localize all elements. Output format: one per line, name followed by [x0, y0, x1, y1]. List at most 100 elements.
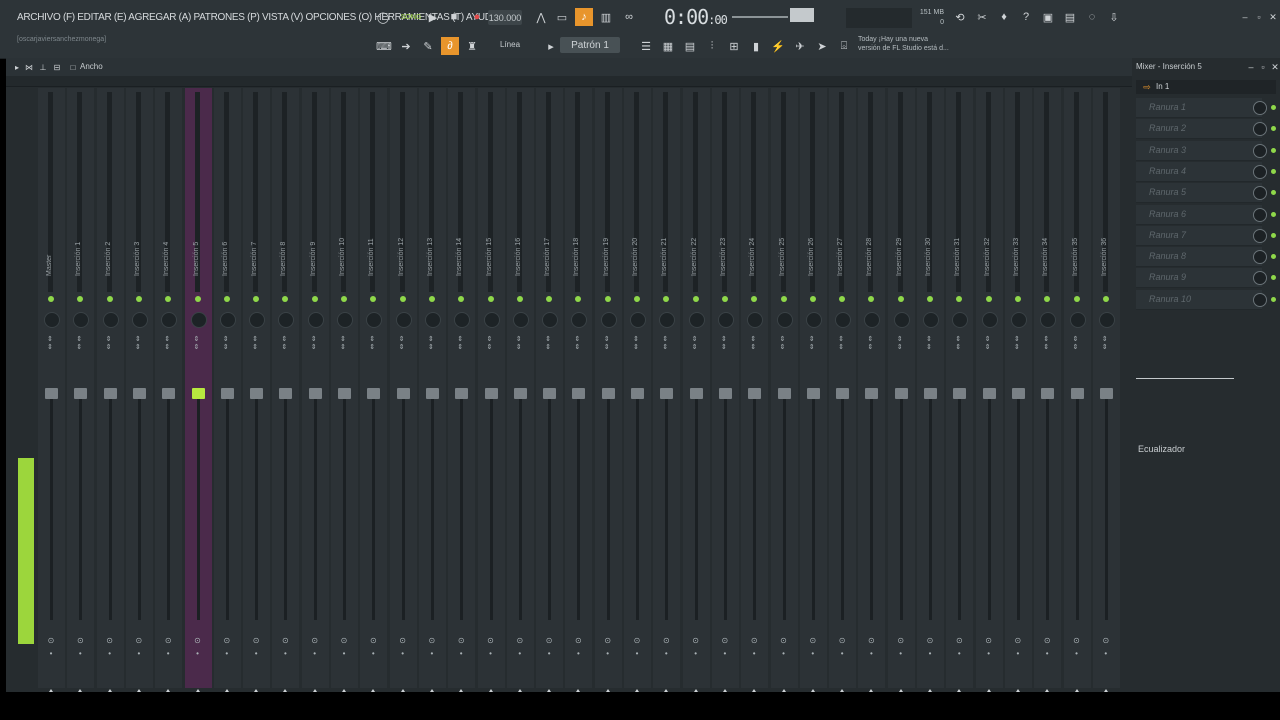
mixer-strip[interactable]: Inserción 21 ⇕ ⇕ ⊙ •: [653, 88, 681, 695]
strip-routing[interactable]: ⊙ •: [1042, 634, 1052, 660]
pan-knob[interactable]: [835, 312, 852, 328]
enable-led[interactable]: [1271, 296, 1276, 302]
cart-icon[interactable]: ⌺: [835, 37, 853, 55]
strip-routing[interactable]: ⊙ •: [866, 634, 876, 660]
pan-knob[interactable]: [249, 312, 266, 328]
effect-slot[interactable]: Ranura 4: [1136, 161, 1276, 182]
effect-slot[interactable]: Ranura 7: [1136, 225, 1276, 246]
stereo-arrows[interactable]: ⇕ ⇕: [545, 336, 551, 352]
pan-knob[interactable]: [512, 312, 529, 328]
volume-fader[interactable]: [1011, 388, 1025, 399]
mixer-strip-master[interactable]: Master ⇕ ⇕ ⊙ •: [38, 88, 65, 695]
pan-knob[interactable]: [600, 312, 617, 328]
mute-led[interactable]: [1102, 296, 1109, 302]
stereo-arrows[interactable]: ⇕ ⇕: [604, 336, 610, 352]
volume-fader[interactable]: [718, 388, 732, 399]
volume-fader[interactable]: [865, 388, 879, 399]
volume-fader[interactable]: [45, 388, 58, 399]
enable-led[interactable]: [1271, 168, 1276, 174]
cut-icon[interactable]: ✂: [973, 8, 991, 26]
mixer-strip[interactable]: Inserción 16 ⇕ ⇕ ⊙ •: [506, 88, 534, 695]
play-icon[interactable]: ▶: [424, 8, 442, 26]
mute-led[interactable]: [194, 296, 201, 302]
mute-led[interactable]: [135, 296, 142, 302]
mixer-strip[interactable]: Inserción 36 ⇕ ⇕ ⊙ •: [1092, 88, 1120, 695]
pan-knob[interactable]: [483, 312, 500, 328]
snap-selector[interactable]: Línea: [500, 40, 520, 49]
stereo-arrows[interactable]: ⇕ ⇕: [428, 336, 434, 352]
strip-routing[interactable]: ⊙ •: [105, 634, 115, 660]
volume-fader[interactable]: [103, 388, 117, 399]
wait-icon[interactable]: ▭: [553, 8, 571, 26]
mixer-strip[interactable]: Inserción 17 ⇕ ⇕ ⊙ •: [536, 88, 564, 695]
mute-led[interactable]: [1014, 296, 1021, 302]
strip-routing[interactable]: ⊙ •: [720, 634, 730, 660]
stereo-arrows[interactable]: ⇕ ⇕: [574, 336, 580, 352]
mute-led[interactable]: [399, 296, 406, 302]
stereo-arrows[interactable]: ⇕ ⇕: [516, 336, 522, 352]
stereo-arrows[interactable]: ⇕ ⇕: [1014, 336, 1020, 352]
mixer-strip[interactable]: Inserción 10 ⇕ ⇕ ⊙ •: [331, 88, 358, 695]
download-icon[interactable]: ⇩: [1105, 8, 1123, 26]
mixer-strip[interactable]: Inserción 20 ⇕ ⇕ ⊙ •: [624, 88, 651, 695]
stereo-arrows[interactable]: ⇕ ⇕: [985, 336, 991, 352]
mute-led[interactable]: [604, 296, 611, 302]
input-selector[interactable]: ⇨ In 1: [1136, 80, 1276, 94]
master-volume-slider[interactable]: [732, 16, 788, 18]
volume-fader[interactable]: [1099, 388, 1113, 399]
pan-knob[interactable]: [1069, 312, 1086, 328]
stereo-arrows[interactable]: ⇕ ⇕: [252, 336, 258, 352]
strip-routing[interactable]: ⊙ •: [398, 634, 408, 660]
volume-fader[interactable]: [484, 388, 498, 399]
mixer-strip[interactable]: Inserción 4 ⇕ ⇕ ⊙ •: [155, 88, 183, 695]
volume-fader[interactable]: [220, 388, 234, 399]
mixer-strip[interactable]: Inserción 14 ⇕ ⇕ ⊙ •: [448, 88, 476, 695]
mute-led[interactable]: [282, 296, 289, 302]
strip-routing[interactable]: ⊙ •: [1101, 634, 1111, 660]
volume-fader[interactable]: [543, 388, 557, 399]
volume-fader[interactable]: [1070, 388, 1084, 399]
stereo-arrows[interactable]: ⇕ ⇕: [281, 336, 287, 352]
mute-led[interactable]: [106, 296, 113, 302]
mixer-strip[interactable]: Inserción 23 ⇕ ⇕ ⊙ •: [711, 88, 739, 695]
stereo-arrows[interactable]: ⇕ ⇕: [780, 336, 786, 352]
effect-slot[interactable]: Ranura 8: [1136, 247, 1276, 268]
volume-fader[interactable]: [953, 388, 967, 399]
mixer-strip[interactable]: Inserción 1 ⇕ ⇕ ⊙ •: [67, 88, 95, 695]
effect-slot[interactable]: Ranura 5: [1136, 183, 1276, 204]
volume-fader[interactable]: [601, 388, 615, 399]
stereo-arrows[interactable]: ⇕ ⇕: [633, 336, 639, 352]
strip-routing[interactable]: ⊙ •: [368, 634, 378, 660]
strip-routing[interactable]: ⊙ •: [691, 634, 701, 660]
mute-led[interactable]: [809, 296, 816, 302]
mute-led[interactable]: [780, 296, 787, 302]
mute-led[interactable]: [77, 296, 84, 302]
volume-fader[interactable]: [74, 388, 88, 399]
mixer-strip[interactable]: Inserción 34 ⇕ ⇕ ⊙ •: [1034, 88, 1062, 695]
mix-knob[interactable]: [1253, 186, 1267, 201]
mixer-strip[interactable]: Inserción 5 ⇕ ⇕ ⊙ •: [184, 88, 212, 695]
pan-knob[interactable]: [337, 312, 353, 328]
tempo-display[interactable]: 130.000: [488, 10, 522, 25]
stereo-arrows[interactable]: ⇕ ⇕: [867, 336, 873, 352]
stereo-arrows[interactable]: ⇕ ⇕: [194, 336, 200, 352]
pan-knob[interactable]: [424, 312, 441, 328]
volume-fader[interactable]: [250, 388, 264, 399]
volume-fader[interactable]: [513, 388, 527, 399]
mute-led[interactable]: [575, 296, 582, 302]
browser-icon[interactable]: ⊞: [725, 37, 743, 55]
pan-knob[interactable]: [307, 312, 324, 328]
effect-slot[interactable]: Ranura 9: [1136, 268, 1276, 289]
loop-icon[interactable]: ◯: [374, 8, 392, 26]
mute-led[interactable]: [927, 296, 933, 302]
mixer-strip[interactable]: Inserción 22 ⇕ ⇕ ⊙ •: [682, 88, 710, 695]
pan-knob[interactable]: [454, 312, 471, 328]
snap-icon[interactable]: ∂: [441, 37, 459, 55]
mic-icon[interactable]: ♦: [995, 8, 1013, 26]
metronome-icon[interactable]: ⋀: [532, 8, 550, 26]
mute-led[interactable]: [1073, 296, 1080, 302]
stereo-arrows[interactable]: ⇕ ⇕: [369, 336, 375, 352]
volume-fader[interactable]: [748, 388, 762, 399]
stereo-arrows[interactable]: ⇕ ⇕: [809, 336, 815, 352]
pan-knob[interactable]: [1098, 312, 1115, 328]
